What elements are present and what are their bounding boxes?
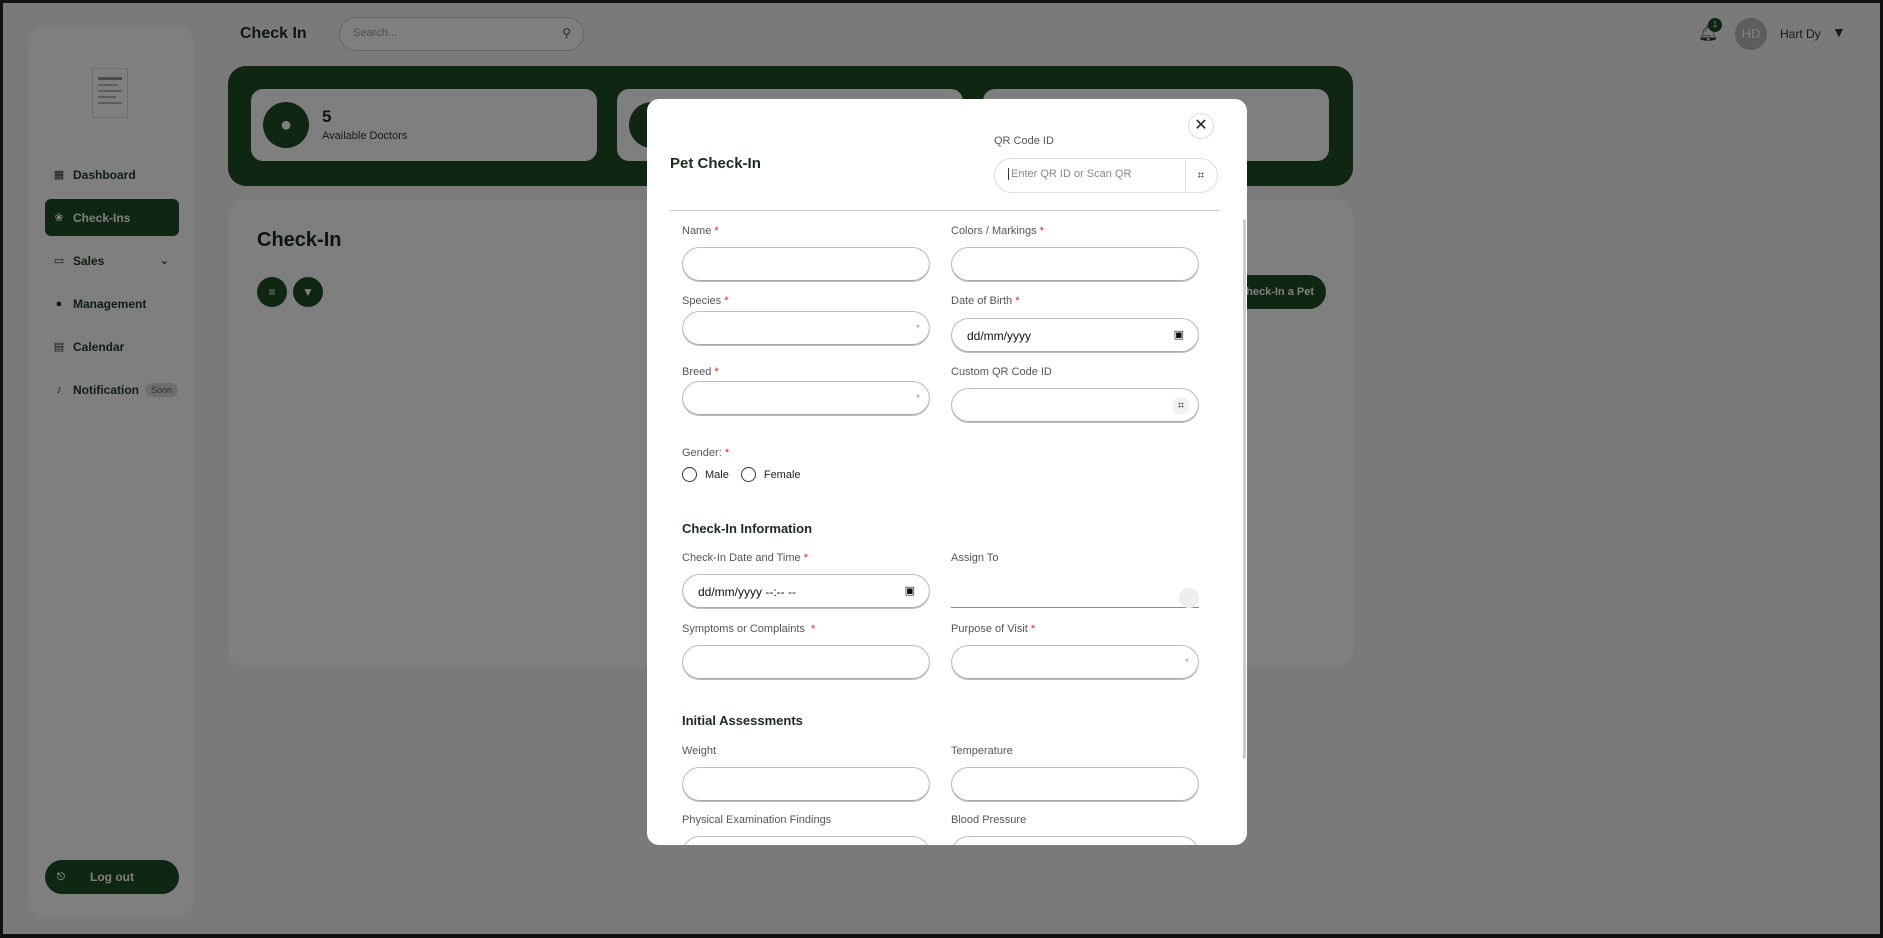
pet-check-in-modal: Pet Check-In ✕ QR Code ID ⌗ Name * Color… xyxy=(647,99,1247,845)
checkin-datetime-label: Check-In Date and Time * xyxy=(682,552,808,564)
blood-pressure-label: Blood Pressure xyxy=(951,814,1027,826)
female-radio[interactable] xyxy=(740,467,756,482)
check-in-info-heading: Check-In Information xyxy=(682,521,813,536)
weight-input[interactable] xyxy=(682,767,930,802)
physical-exam-input[interactable] xyxy=(682,836,930,845)
scan-qr-icon[interactable]: ⌗ xyxy=(1172,397,1190,415)
species-label: Species * xyxy=(682,295,729,307)
header-divider xyxy=(670,210,1220,211)
qr-code-label: QR Code ID xyxy=(994,135,1054,147)
close-icon: ✕ xyxy=(1194,117,1208,134)
name-label: Name * xyxy=(682,225,719,237)
dob-value: dd/mm/yyyy xyxy=(967,329,1032,343)
physical-exam-label: Physical Examination Findings xyxy=(682,814,832,826)
male-radio[interactable] xyxy=(682,467,697,482)
breed-select[interactable] xyxy=(682,381,930,416)
close-button[interactable]: ✕ xyxy=(1188,113,1214,139)
qr-code-field[interactable]: ⌗ xyxy=(994,158,1218,193)
breed-label: Breed * xyxy=(682,366,719,378)
modal-scrollbar[interactable] xyxy=(1243,219,1246,759)
checkin-datetime-input[interactable]: dd/mm/yyyy --:-- -- ▣ xyxy=(682,574,930,609)
temperature-label: Temperature xyxy=(951,745,1013,757)
gender-options: Male Female xyxy=(682,467,813,482)
purpose-select[interactable] xyxy=(951,645,1199,680)
symptoms-input[interactable] xyxy=(682,645,930,680)
scan-qr-icon[interactable]: ⌗ xyxy=(1185,160,1216,191)
assign-to-label: Assign To xyxy=(951,552,999,564)
male-label[interactable]: Male xyxy=(705,469,729,481)
dob-label: Date of Birth * xyxy=(951,295,1020,307)
gender-label: Gender: * xyxy=(682,447,730,459)
custom-qr-input[interactable]: ⌗ xyxy=(951,388,1199,423)
modal-title: Pet Check-In xyxy=(670,155,761,172)
blood-pressure-input[interactable] xyxy=(951,836,1199,845)
assign-to-select[interactable] xyxy=(951,584,1199,608)
temperature-input[interactable] xyxy=(951,767,1199,802)
initial-assessments-heading: Initial Assessments xyxy=(682,713,803,728)
colors-markings-label: Colors / Markings * xyxy=(951,225,1044,237)
assign-to-dropdown-knob[interactable] xyxy=(1179,588,1199,608)
name-input[interactable] xyxy=(682,247,930,282)
app-frame: ▦ Dashboard ❀ Check-Ins ▭ Sales ⌄ ● Mana… xyxy=(0,0,1883,938)
dob-input[interactable]: dd/mm/yyyy ▣ xyxy=(951,318,1199,353)
weight-label: Weight xyxy=(682,745,717,757)
purpose-label: Purpose of Visit * xyxy=(951,623,1036,635)
qr-code-input[interactable] xyxy=(1008,168,1178,180)
custom-qr-label: Custom QR Code ID xyxy=(951,366,1052,378)
calendar-icon[interactable]: ▣ xyxy=(905,584,915,597)
calendar-icon[interactable]: ▣ xyxy=(1174,328,1184,341)
species-select[interactable] xyxy=(682,311,930,346)
colors-markings-input[interactable] xyxy=(951,247,1199,282)
female-label[interactable]: Female xyxy=(764,469,801,481)
symptoms-label: Symptoms or Complaints * xyxy=(682,623,816,635)
checkin-datetime-value: dd/mm/yyyy --:-- -- xyxy=(698,585,796,599)
